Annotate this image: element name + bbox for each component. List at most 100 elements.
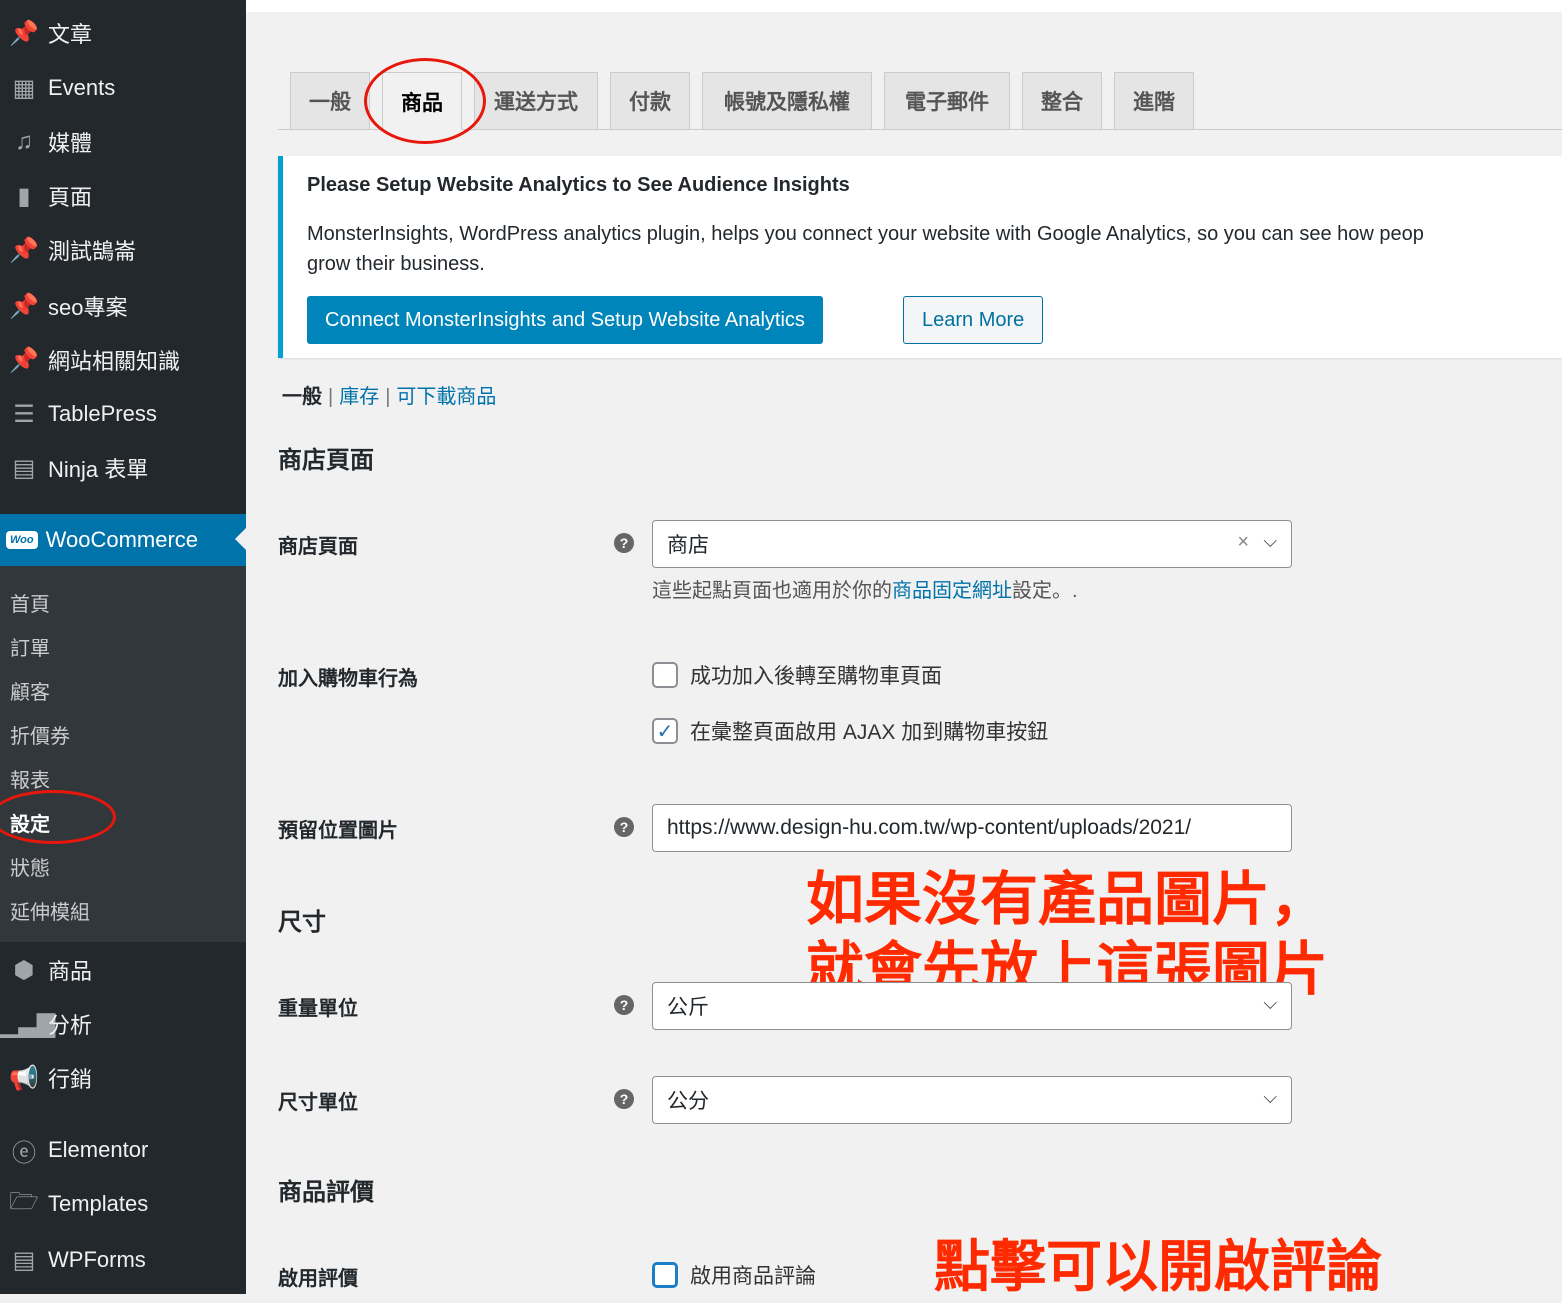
sidebar-item-pages[interactable]: ▮ 頁面 [0,171,246,221]
pin-icon: 📌 [9,292,39,320]
label: Ninja 表單 [48,457,149,482]
pin-icon: 📌 [9,346,39,374]
placeholder-image-label: 預留位置圖片 [278,820,398,842]
form-icon: ▤ [12,454,36,482]
select-value: 公分 [667,1090,709,1113]
checkbox[interactable] [652,662,678,688]
submenu-status[interactable]: 狀態 [10,852,50,881]
shop-page-description: 這些起點頁面也適用於你的商品固定網址設定。. [652,574,1078,603]
shop-page-label: 商店頁面 [278,536,358,558]
tab-accounts[interactable]: 帳號及隱私權 [702,72,872,129]
tab-advanced[interactable]: 進階 [1114,72,1194,129]
chevron-down-icon: ⌵ [1263,531,1277,551]
megaphone-icon: 📢 [9,1064,39,1092]
sidebar-item-events[interactable]: ▦ Events [0,63,246,113]
learn-more-button[interactable]: Learn More [903,296,1044,344]
subnav-downloadable[interactable]: 可下載商品 [396,386,496,408]
page-icon: ▮ [17,182,31,210]
desc-text: 這些起點頁面也適用於你的 [652,580,892,602]
sidebar-item-products[interactable]: ⬢ 商品 [0,945,246,995]
label: seo專案 [48,295,128,320]
help-icon[interactable]: ? [614,1089,634,1109]
submenu-reports[interactable]: 報表 [10,764,50,793]
folder-icon: 🗁 [9,1187,39,1215]
chevron-down-icon: ⌵ [1263,993,1277,1013]
label: WPForms [48,1247,146,1272]
pin-icon: 📌 [9,236,39,264]
sidebar-item-templates[interactable]: 🗁 Templates [0,1179,246,1229]
weight-unit-select[interactable]: 公斤 ⌵ [652,982,1292,1030]
sidebar-item-posts[interactable]: 📌 文章 [0,8,246,58]
sidebar-item-knowledge[interactable]: 📌 網站相關知識 [0,335,246,385]
checkbox-checked[interactable]: ✓ [652,718,678,744]
help-icon[interactable]: ? [614,533,634,553]
label: WooCommerce [45,527,199,552]
submenu-home[interactable]: 首頁 [10,588,50,617]
sidebar-item-test[interactable]: 📌 測試鵠崙 [0,225,246,275]
main-content: 一般 商品 運送方式 付款 帳號及隱私權 電子郵件 整合 進階 Please S… [246,0,1562,1300]
option-label: 在彙整頁面啟用 AJAX 加到購物車按鈕 [690,721,1049,744]
shop-page-select[interactable]: 商店 × ⌵ [652,520,1292,568]
label: 測試鵠崙 [48,239,137,264]
elementor-icon: ⓔ [12,1139,36,1167]
tab-payments[interactable]: 付款 [610,72,690,129]
tab-general[interactable]: 一般 [290,72,370,129]
tab-integration[interactable]: 整合 [1022,72,1102,129]
annotation-text-3: 點擊可以開啟評論 [934,1235,1382,1300]
label: TablePress [48,401,157,426]
placeholder-image-input[interactable]: https://www.design-hu.com.tw/wp-content/… [652,804,1292,852]
table-icon: ☰ [13,400,35,428]
label: 商品 [48,959,93,984]
sidebar-item-marketing[interactable]: 📢 行銷 [0,1053,246,1103]
chevron-down-icon: ⌵ [1263,1087,1277,1107]
notice-text-2: grow their business. [307,253,485,275]
section-subnav: 一般 | 庫存 | 可下載商品 [282,380,496,409]
media-icon: ♫ [15,128,33,155]
sidebar-item-woocommerce[interactable]: Woo WooCommerce [0,514,246,566]
tab-emails[interactable]: 電子郵件 [884,72,1010,129]
sidebar-item-media[interactable]: ♫ 媒體 [0,117,246,167]
permalink-link[interactable]: 商品固定網址 [892,580,1012,602]
sidebar-item-tablepress[interactable]: ☰ TablePress [0,389,246,439]
help-icon[interactable]: ? [614,817,634,837]
desc-text: 設定。. [1012,580,1078,602]
sidebar-item-analytics[interactable]: ▁▃▇ 分析 [0,999,246,1049]
dimension-unit-select[interactable]: 公分 ⌵ [652,1076,1292,1124]
submenu-orders[interactable]: 訂單 [10,632,50,661]
sidebar-item-elementor[interactable]: ⓔ Elementor [0,1125,246,1175]
label: Events [48,75,116,100]
redirect-cart-option[interactable]: 成功加入後轉至購物車頁面 [652,660,942,690]
subnav-general[interactable]: 一般 [282,386,322,408]
subnav-inventory[interactable]: 庫存 [339,386,379,408]
clear-icon[interactable]: × [1237,531,1249,554]
checkbox[interactable] [652,1262,678,1288]
sidebar-item-wpforms[interactable]: ▤ WPForms [0,1235,246,1285]
submenu-extensions[interactable]: 延伸模組 [10,896,90,925]
select-value: 公斤 [667,996,709,1019]
calendar-icon: ▦ [12,74,36,102]
tab-shipping[interactable]: 運送方式 [474,72,598,129]
submenu-customers[interactable]: 顧客 [10,676,50,705]
option-label: 啟用商品評論 [690,1265,816,1288]
wpforms-icon: ▤ [12,1246,36,1274]
sidebar-item-seo[interactable]: 📌 seo專案 [0,281,246,331]
sidebar-item-ninja[interactable]: ▤ Ninja 表單 [0,443,246,493]
ajax-add-to-cart-option[interactable]: ✓ 在彙整頁面啟用 AJAX 加到購物車按鈕 [652,716,1048,746]
connect-analytics-button[interactable]: Connect MonsterInsights and Setup Websit… [307,296,823,344]
cart-behaviour-label: 加入購物車行為 [278,668,418,690]
chart-icon: ▁▃▇ [0,1010,56,1038]
section-shop-pages: 商店頁面 [278,447,374,474]
section-dimensions: 尺寸 [278,909,326,936]
label: 文章 [48,22,93,47]
notice-title: Please Setup Website Analytics to See Au… [307,174,850,196]
label: Elementor [48,1137,149,1162]
help-icon[interactable]: ? [614,995,634,1015]
label: 分析 [48,1013,93,1038]
submenu-coupons[interactable]: 折價券 [10,720,70,749]
label: 網站相關知識 [48,349,181,374]
dimension-unit-label: 尺寸單位 [278,1092,358,1114]
label: 頁面 [48,185,93,210]
separator: | [385,386,391,408]
enable-product-reviews-option[interactable]: 啟用商品評論 [652,1260,816,1290]
enable-reviews-label: 啟用評價 [278,1268,358,1290]
